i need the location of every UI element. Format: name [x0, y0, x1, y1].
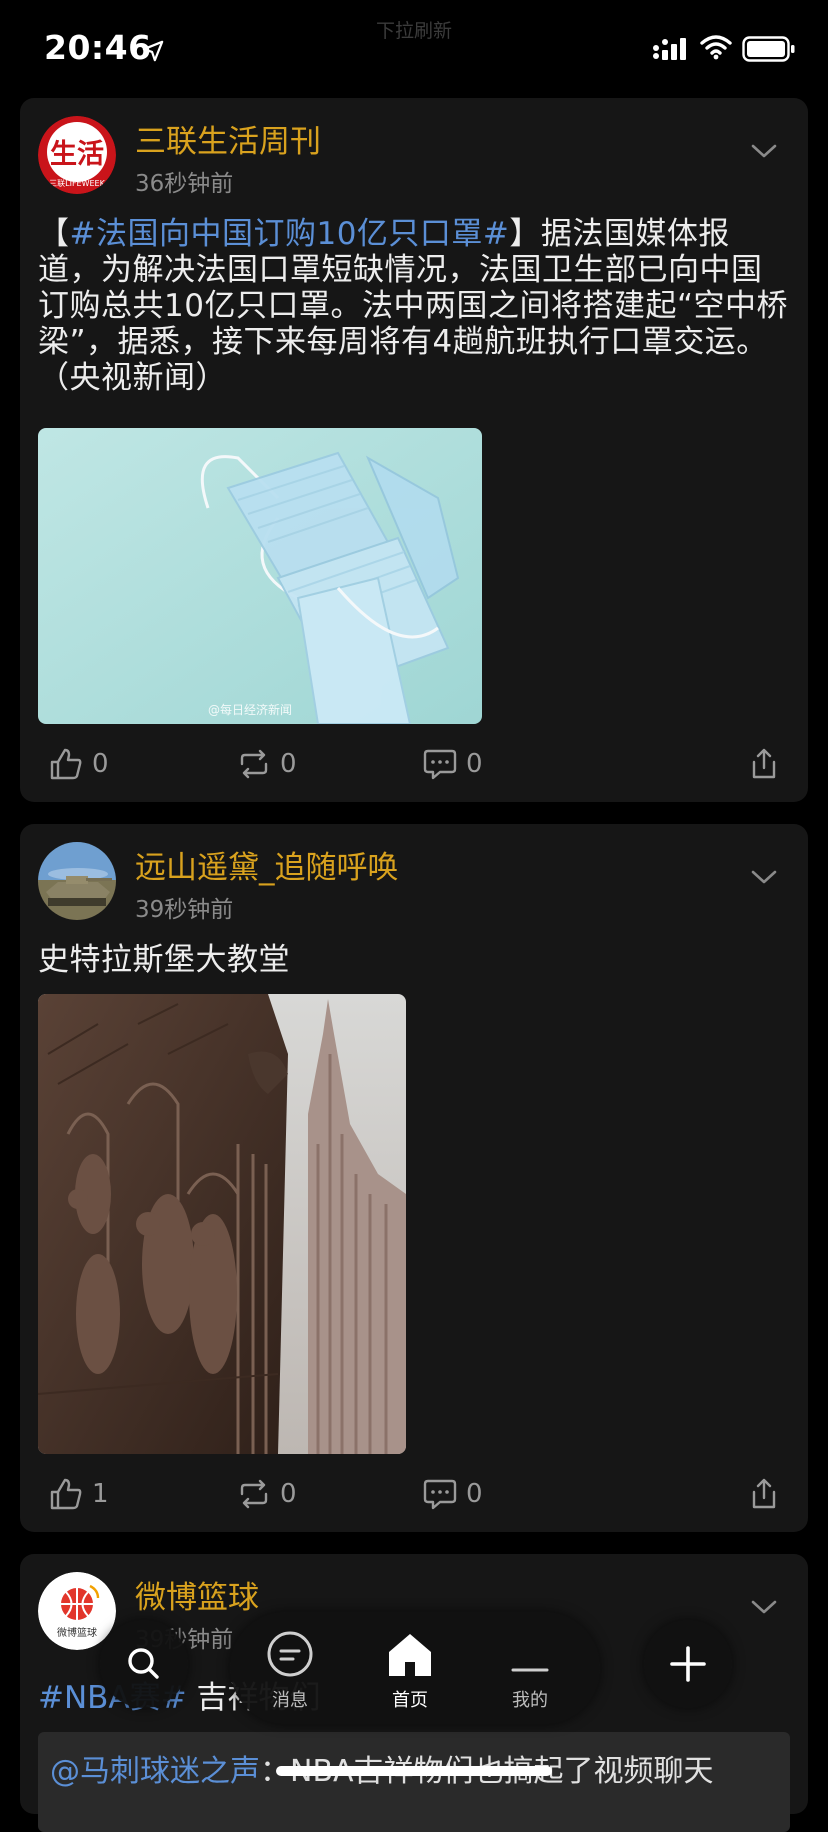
like-count: 0 — [92, 749, 109, 779]
post-text-open: 【 — [38, 216, 70, 252]
comment-icon — [423, 1479, 457, 1510]
action-bar: 1 0 0 — [20, 1464, 808, 1524]
status-bar: 下拉刷新 20:46 — [0, 0, 828, 96]
post-image[interactable] — [38, 994, 406, 1454]
battery-icon — [742, 36, 795, 62]
post-text: 史特拉斯堡大教堂 — [38, 942, 290, 978]
cellular-signal-icon — [653, 38, 686, 60]
search-button[interactable] — [100, 1620, 188, 1708]
repost-button[interactable]: 0 — [236, 1464, 297, 1524]
share-icon — [752, 748, 776, 779]
tab-me[interactable]: 我的 — [480, 1630, 580, 1712]
feed-card[interactable]: 生活 三联LIFEWEEK 三联生活周刊 36秒钟前 【#法国向中国订购10亿只… — [20, 98, 808, 802]
chevron-down-icon[interactable] — [750, 142, 778, 160]
message-bubble-icon — [267, 1631, 313, 1677]
chevron-down-icon[interactable] — [750, 868, 778, 886]
author-name[interactable]: 三联生活周刊 — [135, 116, 321, 161]
chevron-down-icon[interactable] — [750, 1598, 778, 1616]
tab-home[interactable]: 首页 — [360, 1630, 460, 1712]
avatar[interactable] — [38, 842, 116, 920]
post-text: 【#法国向中国订购10亿只口罩#】据法国媒体报道，为解决法国口罩短缺情况，法国卫… — [38, 216, 790, 396]
like-button[interactable]: 0 — [48, 734, 109, 794]
hashtag-link[interactable]: #法国向中国订购10亿只口罩# — [70, 216, 510, 252]
home-indicator[interactable] — [276, 1766, 552, 1776]
comment-count: 0 — [466, 1479, 483, 1509]
status-time: 20:46 — [44, 28, 152, 67]
svg-text:生活: 生活 — [50, 139, 104, 170]
sanlian-logo-icon: 生活 三联LIFEWEEK — [38, 116, 116, 194]
comment-button[interactable]: 0 — [422, 734, 483, 794]
home-icon — [389, 1634, 431, 1676]
profile-icon — [511, 1668, 549, 1672]
avatar[interactable]: 生活 三联LIFEWEEK — [38, 116, 116, 194]
tank-photo-avatar — [38, 842, 116, 920]
comment-icon — [423, 749, 457, 780]
like-button[interactable]: 1 — [48, 1464, 109, 1524]
share-icon — [752, 1478, 776, 1509]
post-timestamp: 36秒钟前 — [135, 171, 234, 197]
repost-count: 0 — [280, 1479, 297, 1509]
tab-me-label: 我的 — [512, 1690, 548, 1711]
location-arrow-icon — [142, 40, 164, 62]
repost-button[interactable]: 0 — [236, 734, 297, 794]
share-button[interactable] — [746, 734, 782, 794]
svg-text:三联LIFEWEEK: 三联LIFEWEEK — [49, 179, 105, 188]
tab-home-label: 首页 — [392, 1690, 428, 1711]
like-count: 1 — [92, 1479, 109, 1509]
post-image[interactable]: @每日经济新闻 — [38, 428, 482, 724]
comment-button[interactable]: 0 — [422, 1464, 483, 1524]
tab-messages-label: 消息 — [272, 1690, 308, 1711]
compose-button[interactable] — [644, 1620, 732, 1708]
thumbs-up-icon — [50, 1478, 82, 1510]
tab-pill: 消息 首页 我的 — [230, 1612, 600, 1724]
quoted-post[interactable]: @马刺球迷之声：NBA吉祥物们也搞起了视频聊天 — [38, 1732, 790, 1832]
feed-card[interactable]: 远山遥黛_追随呼唤 39秒钟前 史特拉斯堡大教堂 1 0 0 — [20, 824, 808, 1532]
share-button[interactable] — [746, 1464, 782, 1524]
wifi-icon — [700, 35, 732, 60]
thumbs-up-icon — [50, 748, 82, 780]
repost-count: 0 — [280, 749, 297, 779]
bottom-tab-bar: 消息 首页 我的 — [80, 1610, 748, 1730]
post-timestamp: 39秒钟前 — [135, 897, 234, 923]
search-icon — [128, 1648, 159, 1679]
repost-icon — [240, 749, 268, 779]
image-watermark: @每日经济新闻 — [208, 703, 293, 717]
tab-messages[interactable]: 消息 — [240, 1630, 340, 1712]
action-bar: 0 0 0 — [20, 734, 808, 794]
repost-icon — [240, 1479, 268, 1509]
author-name[interactable]: 远山遥黛_追随呼唤 — [135, 842, 399, 887]
plus-icon — [670, 1646, 706, 1682]
mention-link[interactable]: @马刺球迷之声 — [50, 1754, 260, 1789]
comment-count: 0 — [466, 749, 483, 779]
